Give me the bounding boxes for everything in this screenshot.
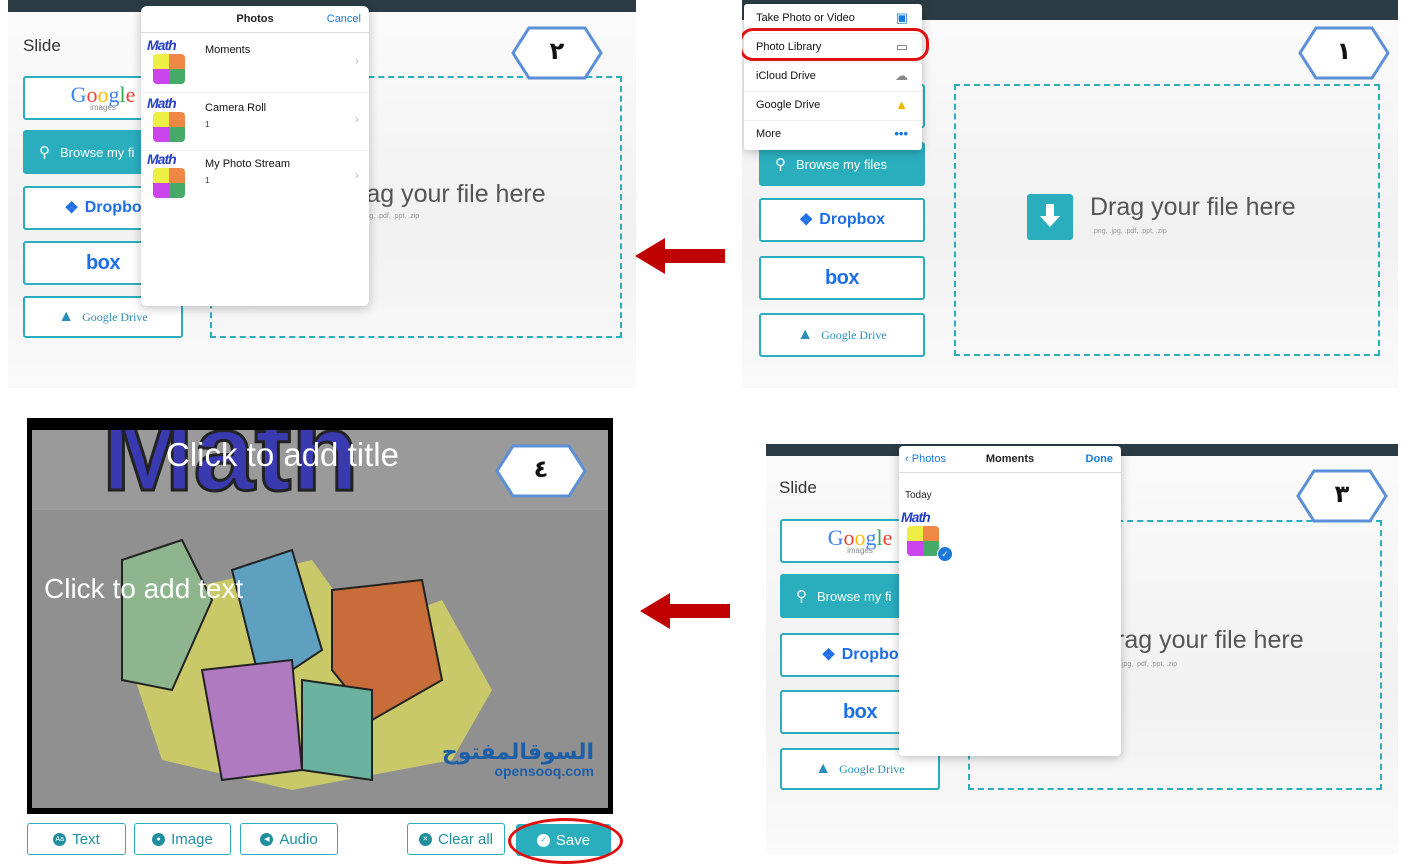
box-button[interactable]: box [759, 256, 925, 300]
drag-text: rag your file here [1116, 626, 1304, 654]
step-badge-1: ١ [1298, 26, 1390, 80]
album-row-moments[interactable]: Math Moments › [141, 36, 369, 93]
drag-formats: .jpg, .pdf, .ppt, .zip [362, 213, 420, 220]
box-label: box [842, 700, 878, 723]
album-thumbnail: Math [147, 152, 191, 200]
watermark-arabic: السوقالمفتوح [441, 740, 594, 765]
more-icon: ••• [894, 126, 908, 141]
album-thumbnail: Math [147, 38, 191, 86]
album-name: Moments [205, 44, 251, 56]
browse-files-label: Browse my fi [60, 144, 135, 160]
menu-item-google-drive[interactable]: Google Drive ▲ [744, 91, 922, 121]
audio-icon: ◀ [260, 832, 274, 846]
album-count: 1 [205, 120, 210, 129]
arrow-left-icon [640, 593, 730, 629]
step-badge-2: ٢ [511, 26, 603, 80]
add-image-button[interactable]: ● Image [134, 823, 231, 855]
dropbox-label: Dropbo [841, 646, 899, 663]
google-images-logo: Google images [827, 525, 893, 555]
cloud-icon: ☁ [895, 68, 908, 83]
drag-text: rag your file here [358, 180, 546, 208]
moments-popover: ‹ Photos Moments Done Today Math ✓ [899, 446, 1121, 756]
dropbox-icon: ❖ [64, 200, 79, 217]
dropbox-icon: ❖ [798, 212, 814, 229]
download-icon [1027, 194, 1073, 240]
camera-icon: ▣ [895, 10, 908, 25]
google-drive-label: Google Drive [82, 309, 148, 324]
chevron-right-icon: › [355, 54, 359, 68]
text-placeholder[interactable]: Click to add text [44, 573, 243, 605]
drag-formats: .png, .jpg, .pdf, .ppt, .zip [1092, 228, 1167, 235]
google-drive-icon: ▲ [58, 308, 75, 325]
album-name: My Photo Stream [205, 158, 290, 170]
photo-library-highlight [742, 28, 929, 61]
slide-label: Slide [779, 478, 817, 497]
browse-files-label: Browse my fi [817, 588, 892, 604]
popover-header: Photos Cancel [141, 6, 369, 33]
google-drive-icon: ▲ [895, 97, 908, 112]
chevron-right-icon: › [355, 112, 359, 126]
photos-popover: Photos Cancel Math Moments › Math Camera… [141, 6, 369, 306]
section-header: Today [905, 490, 932, 501]
clear-all-button[interactable]: ✕ Clear all [407, 823, 505, 855]
google-drive-icon: ▲ [797, 326, 814, 343]
done-button[interactable]: Done [1086, 453, 1114, 465]
box-label: box [85, 251, 121, 274]
album-thumbnail: Math [147, 96, 191, 144]
drag-text: Drag your file here [1090, 193, 1296, 221]
save-highlight [508, 818, 623, 864]
album-name: Camera Roll [205, 102, 267, 114]
image-icon: ● [152, 832, 166, 846]
google-images-logo: Google images [70, 82, 136, 112]
chevron-right-icon: › [355, 168, 359, 182]
dropbox-label: Dropbo [84, 199, 142, 216]
popover-header: ‹ Photos Moments Done [899, 446, 1121, 473]
google-drive-label: Google Drive [839, 761, 905, 776]
menu-item-more[interactable]: More ••• [744, 120, 922, 149]
search-icon: ⚲ [796, 588, 807, 605]
slide-label: Slide [23, 36, 61, 55]
dropbox-label: Dropbox [819, 211, 886, 228]
close-icon: ✕ [418, 832, 432, 846]
box-label: box [824, 266, 860, 289]
google-drive-label: Google Drive [821, 327, 887, 342]
dropbox-icon: ❖ [821, 647, 836, 664]
search-icon: ⚲ [39, 144, 50, 161]
share-menu: Take Photo or Video ▣ Photo Library ▭ iC… [744, 4, 922, 150]
album-count: 1 [205, 176, 210, 185]
title-placeholder[interactable]: Click to add title [166, 436, 399, 474]
step-badge-4: ٤ [495, 444, 587, 498]
drag-formats: .jpg, .pdf, .ppt, .zip [1120, 661, 1178, 668]
watermark-url: opensooq.com [494, 763, 594, 779]
google-drive-icon: ▲ [815, 760, 832, 777]
browse-files-label: Browse my files [796, 156, 888, 172]
cancel-button[interactable]: Cancel [327, 13, 361, 25]
dropbox-button[interactable]: ❖ Dropbox [759, 198, 925, 242]
album-row-photo-stream[interactable]: Math My Photo Stream 1 › [141, 150, 369, 206]
google-drive-button[interactable]: ▲ Google Drive [759, 313, 925, 357]
checkmark-icon: ✓ [937, 546, 953, 562]
search-icon: ⚲ [775, 156, 786, 173]
menu-item-icloud-drive[interactable]: iCloud Drive ☁ [744, 62, 922, 92]
text-icon: Aa [53, 832, 67, 846]
photo-thumbnail[interactable]: Math ✓ [901, 510, 953, 562]
add-audio-button[interactable]: ◀ Audio [240, 823, 338, 855]
album-row-camera-roll[interactable]: Math Camera Roll 1 › [141, 94, 369, 151]
add-text-button[interactable]: Aa Text [27, 823, 126, 855]
step-badge-3: ٣ [1296, 469, 1388, 523]
watermark-logo: السوقالمفتوح opensooq.com [441, 740, 594, 779]
arrow-left-icon [635, 238, 725, 274]
